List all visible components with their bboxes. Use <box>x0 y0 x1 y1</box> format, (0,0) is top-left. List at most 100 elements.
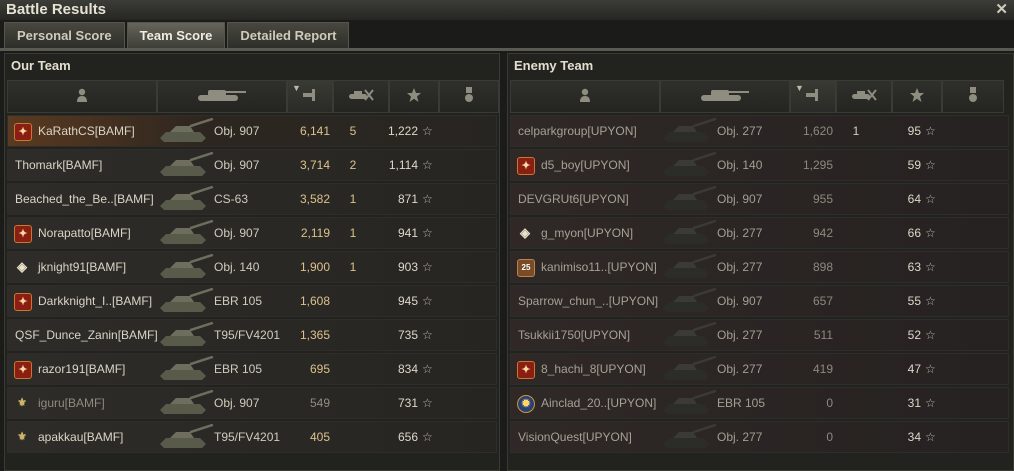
player-name[interactable]: apakkau[BAMF] <box>38 422 123 452</box>
divider <box>0 48 1014 51</box>
player-row[interactable]: ✦ Norapatto[BAMF] Obj. 907 2,119 1 941 ☆ <box>7 217 497 249</box>
column-header-medal[interactable] <box>942 80 1004 113</box>
xp-star-icon: ☆ <box>422 430 433 444</box>
damage-value: 0 <box>826 430 833 444</box>
player-row[interactable]: ✦ razor191[BAMF] EBR 105 695 834 ☆ <box>7 353 497 385</box>
xp-star-icon: ☆ <box>925 124 936 138</box>
column-header-tank[interactable] <box>157 80 287 113</box>
player-name[interactable]: Beached_the_Be..[BAMF] <box>15 184 154 214</box>
column-header-damage[interactable]: ▼ <box>287 80 333 113</box>
player-row[interactable]: ◈ jknight91[BAMF] Obj. 140 1,900 1 903 ☆ <box>7 251 497 283</box>
player-name[interactable]: d5_boy[UPYON] <box>541 150 630 180</box>
player-row[interactable]: ✹ Ainclad_20..[UPYON] EBR 105 0 31 ☆ <box>510 387 1009 419</box>
clan-rank-badge-icon: ✦ <box>517 361 535 379</box>
diamond-badge-icon: ◈ <box>520 225 530 240</box>
damage-value: 1,608 <box>299 294 330 308</box>
kills-value <box>839 388 873 418</box>
xp-value: 945 <box>397 294 418 308</box>
kills-value <box>839 422 873 452</box>
player-name[interactable]: Norapatto[BAMF] <box>38 218 131 248</box>
kills-value <box>336 388 370 418</box>
player-name[interactable]: Tsukkii1750[UPYON] <box>518 320 630 350</box>
xp-star-icon: ☆ <box>925 294 936 308</box>
player-row[interactable]: ⚜ iguru[BAMF] Obj. 907 549 731 ☆ <box>7 387 497 419</box>
title-bar: Battle Results ✕ <box>0 0 1014 20</box>
tank-name: Obj. 907 <box>214 226 260 240</box>
player-name[interactable]: iguru[BAMF] <box>38 388 105 418</box>
tank-image-icon <box>156 185 216 212</box>
column-header-player[interactable] <box>7 80 157 113</box>
kills-value: 1 <box>349 260 357 274</box>
player-name[interactable]: Ainclad_20..[UPYON] <box>541 388 656 418</box>
xp-star-icon: ☆ <box>925 192 936 206</box>
our-team-list: ✦ KaRathCS[BAMF] Obj. 907 6,141 5 1,222 ☆ Thoma… <box>7 115 497 455</box>
player-row[interactable]: QSF_Dunce_Zanin[BAMF] T95/FV4201 1,365 735 ☆ <box>7 319 497 351</box>
player-row[interactable]: Sparrow_chun_..[UPYON] Obj. 907 657 55 ☆ <box>510 285 1009 317</box>
player-name[interactable]: g_myon[UPYON] <box>541 218 633 248</box>
player-name[interactable]: kanimiso11..[UPYON] <box>541 252 657 282</box>
kills-value <box>839 150 873 180</box>
damage-value: 1,620 <box>802 124 833 138</box>
xp-value: 1,114 <box>388 158 418 172</box>
tab-personal-score[interactable]: Personal Score <box>4 22 125 48</box>
player-name[interactable]: razor191[BAMF] <box>38 354 125 384</box>
kills-value: 1 <box>349 192 357 206</box>
player-name[interactable]: Sparrow_chun_..[UPYON] <box>518 286 658 316</box>
kills-value: 1 <box>852 124 860 138</box>
player-name[interactable]: celparkgroup[UPYON] <box>518 116 637 146</box>
column-header-damage[interactable]: ▼ <box>790 80 836 113</box>
player-row[interactable]: Tsukkii1750[UPYON] Obj. 277 511 52 ☆ <box>510 319 1009 351</box>
player-row[interactable]: ⚜ apakkau[BAMF] T95/FV4201 405 656 ☆ <box>7 421 497 453</box>
player-name[interactable]: DEVGRUt6[UPYON] <box>518 184 629 214</box>
player-row[interactable]: celparkgroup[UPYON] Obj. 277 1,620 1 95 ☆ <box>510 115 1009 147</box>
player-row[interactable]: DEVGRUt6[UPYON] Obj. 907 955 64 ☆ <box>510 183 1009 215</box>
player-name[interactable]: 8_hachi_8[UPYON] <box>541 354 646 384</box>
xp-star-icon: ☆ <box>925 260 936 274</box>
xp-value: 735 <box>397 328 418 342</box>
tab-detailed-report[interactable]: Detailed Report <box>227 22 350 48</box>
close-icon[interactable]: ✕ <box>995 0 1008 18</box>
player-name[interactable]: jknight91[BAMF] <box>38 252 126 282</box>
our-team-title: Our Team <box>11 58 71 73</box>
column-header-medal[interactable] <box>439 80 499 113</box>
player-row[interactable]: ✦ d5_boy[UPYON] Obj. 140 1,295 59 ☆ <box>510 149 1009 181</box>
tab-team-score[interactable]: Team Score <box>126 22 226 48</box>
player-row[interactable]: ◈ g_myon[UPYON] Obj. 277 942 66 ☆ <box>510 217 1009 249</box>
damage-value: 1,900 <box>299 260 330 274</box>
damage-value: 942 <box>812 226 833 240</box>
kills-icon <box>850 88 878 105</box>
column-header-kills[interactable] <box>836 80 892 113</box>
tank-name: Obj. 907 <box>717 294 763 308</box>
player-row[interactable]: ✦ Darkknight_I..[BAMF] EBR 105 1,608 945 ☆ <box>7 285 497 317</box>
kills-value <box>336 354 370 384</box>
column-header-player[interactable] <box>510 80 660 113</box>
column-header-xp-star[interactable] <box>389 80 439 113</box>
player-row[interactable]: ✦ 8_hachi_8[UPYON] Obj. 277 419 47 ☆ <box>510 353 1009 385</box>
player-name[interactable]: VisionQuest[UPYON] <box>518 422 632 452</box>
player-name[interactable]: QSF_Dunce_Zanin[BAMF] <box>15 320 158 350</box>
eagle-badge-icon: ⚜ <box>17 397 27 409</box>
xp-value: 871 <box>397 192 418 206</box>
xp-star-icon: ☆ <box>422 158 433 172</box>
tank-name: Obj. 277 <box>717 328 763 342</box>
column-header-tank[interactable] <box>660 80 790 113</box>
damage-value: 405 <box>309 430 330 444</box>
tank-image-icon <box>659 355 719 382</box>
column-header-kills[interactable] <box>333 80 389 113</box>
tank-image-icon <box>659 389 719 416</box>
player-row[interactable]: Thomark[BAMF] Obj. 907 3,714 2 1,114 ☆ <box>7 149 497 181</box>
damage-value: 1,365 <box>299 328 330 342</box>
tank-name: Obj. 140 <box>717 158 763 172</box>
player-name[interactable]: KaRathCS[BAMF] <box>38 116 135 146</box>
tank-name: Obj. 277 <box>717 124 763 138</box>
clan-rank-badge-icon: ✦ <box>14 361 32 379</box>
player-row[interactable]: Beached_the_Be..[BAMF] CS-63 3,582 1 871 ☆ <box>7 183 497 215</box>
player-row[interactable]: VisionQuest[UPYON] Obj. 277 0 34 ☆ <box>510 421 1009 453</box>
player-name[interactable]: Thomark[BAMF] <box>15 150 102 180</box>
column-header-xp-star[interactable] <box>892 80 942 113</box>
tank-name: EBR 105 <box>717 396 766 410</box>
xp-value: 95 <box>907 124 921 138</box>
player-row[interactable]: 25 kanimiso11..[UPYON] Obj. 277 898 63 ☆ <box>510 251 1009 283</box>
player-name[interactable]: Darkknight_I..[BAMF] <box>38 286 152 316</box>
player-row[interactable]: ✦ KaRathCS[BAMF] Obj. 907 6,141 5 1,222 ☆ <box>7 115 497 147</box>
